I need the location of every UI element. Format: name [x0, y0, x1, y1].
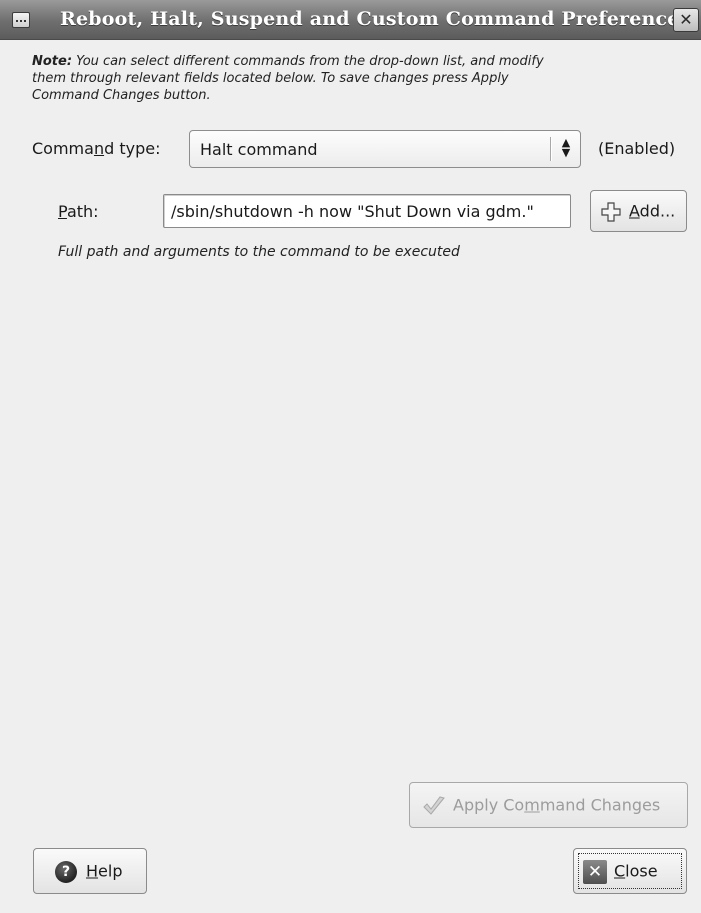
add-button[interactable]: Add... — [590, 190, 687, 232]
command-type-label: Command type: — [32, 139, 161, 158]
plus-icon — [601, 202, 621, 222]
path-input-value: /sbin/shutdown -h now "Shut Down via gdm… — [171, 202, 534, 221]
command-type-select[interactable]: Halt command ▲ ▼ — [189, 130, 581, 168]
window-close-button[interactable]: ✕ — [673, 8, 699, 32]
apply-command-changes-button[interactable]: Apply Command Changes — [409, 782, 688, 828]
title-bar[interactable]: Reboot, Halt, Suspend and Custom Command… — [0, 0, 701, 40]
note-text: Note: You can select different commands … — [32, 53, 552, 104]
command-status: (Enabled) — [598, 139, 676, 158]
note-body: You can select different commands from t… — [32, 54, 544, 103]
close-icon: ✕ — [583, 860, 607, 884]
question-icon: ? — [55, 861, 77, 883]
help-button-label: Help — [86, 861, 123, 881]
close-button[interactable]: ✕ Close — [573, 848, 687, 894]
combo-arrows-icon: ▲ ▼ — [561, 136, 571, 159]
path-label: Path: — [58, 202, 99, 221]
apply-button-label: Apply Command Changes — [453, 795, 661, 815]
path-hint: Full path and arguments to the command t… — [58, 244, 460, 260]
combo-separator — [550, 137, 551, 161]
command-type-value: Halt command — [200, 140, 318, 159]
preferences-window: Reboot, Halt, Suspend and Custom Command… — [0, 0, 701, 913]
window-menu-icon[interactable] — [12, 12, 30, 28]
note-label: Note: — [32, 54, 73, 69]
help-button[interactable]: ? Help — [33, 848, 147, 894]
add-button-label: Add... — [629, 201, 676, 221]
close-button-label: Close — [614, 861, 658, 881]
check-icon — [423, 796, 445, 815]
window-title: Reboot, Halt, Suspend and Custom Command… — [60, 8, 691, 30]
path-input[interactable]: /sbin/shutdown -h now "Shut Down via gdm… — [163, 194, 571, 228]
